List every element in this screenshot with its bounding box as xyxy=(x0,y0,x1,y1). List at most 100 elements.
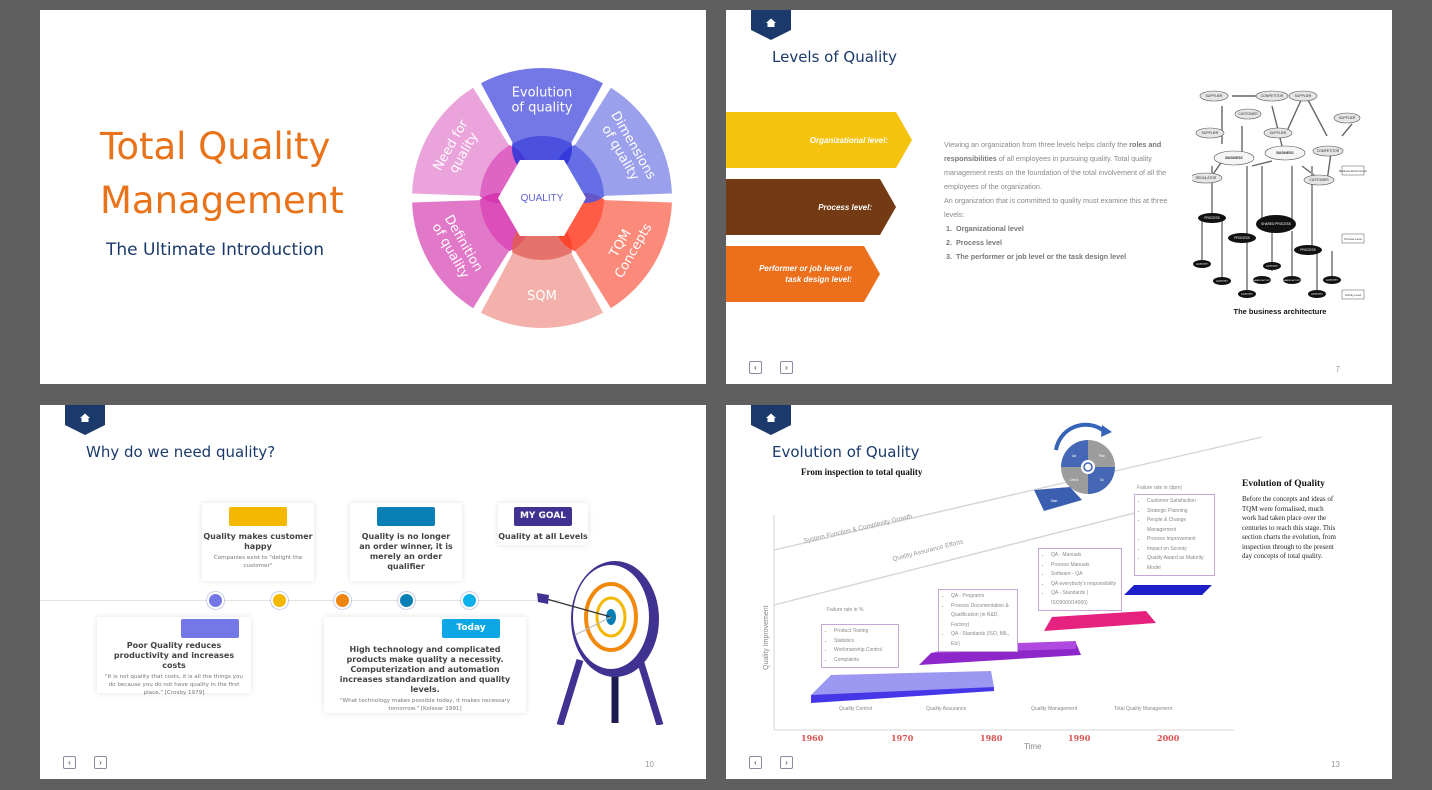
node-label: SUPPLIER xyxy=(1270,131,1287,135)
legend-label: Business Environment xyxy=(1339,169,1367,173)
node-label: ACTIVITY xyxy=(1311,292,1323,296)
era-bar-quality-management xyxy=(1044,611,1156,631)
next-slide-button[interactable]: › xyxy=(94,756,107,769)
node-label: REGULATOR xyxy=(1196,176,1217,180)
card-badge: Today xyxy=(442,619,500,638)
node-label: SHARED PROCESS xyxy=(1261,222,1291,226)
timeline-line xyxy=(40,600,560,601)
card-subtext: Companies exist to "delight the customer… xyxy=(213,555,303,569)
year-label: 1960 xyxy=(801,733,824,743)
prev-slide-button[interactable]: ‹ xyxy=(749,756,762,769)
box-caption: Failure rate in % xyxy=(827,607,864,613)
next-slide-button[interactable]: › xyxy=(780,361,793,374)
next-slide-button[interactable]: › xyxy=(780,756,793,769)
box-item: Workmanship Control xyxy=(834,646,894,656)
timeline-dot[interactable] xyxy=(209,594,222,607)
era-label: Quality Management xyxy=(1031,706,1078,712)
era-label: Total Quality Management xyxy=(1114,706,1173,712)
card-subtext: "What technology makes possible today, i… xyxy=(339,698,511,712)
era-bar-tqm xyxy=(1124,585,1212,595)
node-label: SUPPLIER xyxy=(1202,131,1219,135)
legend-label: Process Level xyxy=(1344,237,1362,241)
box-item: Customer Satisfaction xyxy=(1147,497,1210,507)
node-label: SUPPLIER xyxy=(1339,116,1356,120)
pdca-label: Act xyxy=(1072,454,1077,458)
pdca-cycle-icon xyxy=(1034,422,1115,511)
home-button[interactable] xyxy=(65,405,105,435)
box-item: Strategic Planning xyxy=(1147,507,1210,517)
x-axis-label: Time xyxy=(1024,742,1042,751)
paragraph-text: An organization that is committed to qua… xyxy=(944,196,1168,219)
title-line-1: Total Quality xyxy=(100,125,331,168)
pdca-label: Do xyxy=(1100,478,1104,482)
card-badge xyxy=(181,619,239,638)
slide-levels-of-quality[interactable]: Levels of Quality Organizational level: … xyxy=(726,10,1392,384)
legend-label: Activity Level xyxy=(1345,293,1362,297)
card-customer-happy: Quality makes customer happy Companies e… xyxy=(202,503,314,581)
node-label: BUSINESS xyxy=(1276,151,1294,155)
slide-evolution-of-quality[interactable]: Evolution of Quality From inspection to … xyxy=(726,405,1392,779)
timeline-dot[interactable] xyxy=(400,594,413,607)
business-architecture-diagram: SUPPLIER COMPETITOR SUPPLIER CUSTOMER SU… xyxy=(1192,90,1367,316)
slide-title[interactable]: Total Quality Management The Ultimate In… xyxy=(40,10,706,384)
node-label: PROCESS xyxy=(1234,236,1250,240)
box-item: Product Testing xyxy=(834,627,894,637)
node-label: COMPETITOR xyxy=(1317,149,1340,153)
pdca-label: Plan xyxy=(1099,454,1106,458)
box-item: QA - Programs xyxy=(951,592,1013,602)
sidebar-heading: Evolution of Quality xyxy=(1242,479,1325,489)
node-label: PROCESS xyxy=(1204,216,1220,220)
presentation-title: Total Quality Management xyxy=(100,120,344,228)
card-badge: MY GOAL xyxy=(514,507,572,526)
node-label: CUSTOMER xyxy=(1309,178,1329,182)
slide-heading: Levels of Quality xyxy=(772,48,898,66)
node-label: SUPPLIER xyxy=(1295,94,1312,98)
diagonal-label: System Function & Complexity Growth xyxy=(803,513,913,545)
wheel-center-label: QUALITY xyxy=(521,193,564,204)
box-item: Impact on Society xyxy=(1147,545,1210,555)
box-caption: Failure rate in (dpm) xyxy=(1137,485,1183,491)
prev-slide-button[interactable]: ‹ xyxy=(749,361,762,374)
card-heading: Poor Quality reduces productivity and in… xyxy=(113,641,235,670)
list-item: Process level xyxy=(954,236,1184,250)
card-poor-quality: Poor Quality reduces productivity and in… xyxy=(97,617,251,696)
page-number: 7 xyxy=(1335,365,1340,374)
pdca-label: Check xyxy=(1069,478,1078,482)
card-today: Today High technology and complicated pr… xyxy=(324,617,526,713)
card-subtext: "It is not quality that costs, it is all… xyxy=(105,674,243,696)
node-label: ACTIVITY xyxy=(1266,264,1278,268)
box-item: Statistics xyxy=(834,637,894,647)
card-heading: Quality at all Levels xyxy=(498,532,588,541)
box-item: QA everybody's responsibility xyxy=(1051,580,1117,590)
prev-slide-button[interactable]: ‹ xyxy=(63,756,76,769)
box-item: Process Manuals xyxy=(1051,561,1117,571)
slide-why-quality[interactable]: Why do we need quality? Quality makes cu… xyxy=(40,405,706,779)
evolution-sidebar: Evolution of Quality Before the concepts… xyxy=(1242,479,1336,562)
year-label: 1970 xyxy=(891,733,914,743)
era-label: Quality Control xyxy=(839,706,873,712)
timeline-dot[interactable] xyxy=(336,594,349,607)
year-label: 1980 xyxy=(980,733,1003,743)
presentation-subtitle: The Ultimate Introduction xyxy=(106,240,325,260)
timeline-dot[interactable] xyxy=(273,594,286,607)
card-badge xyxy=(377,507,435,526)
card-order-qualifier: Quality is no longer an order winner, it… xyxy=(350,503,462,581)
levels-paragraph: Viewing an organization from three level… xyxy=(944,138,1184,264)
y-axis-label: Quality Improvement xyxy=(763,605,770,670)
level-arrow-process: Process level: xyxy=(726,179,896,235)
sidebar-body: Before the concepts and ideas of TQM wer… xyxy=(1242,495,1336,560)
timeline-dot[interactable] xyxy=(463,594,476,607)
era-box-quality-assurance: QA - ProgramsProcess Documentation & Qua… xyxy=(938,589,1018,652)
node-label: ACTIVITY xyxy=(1196,262,1208,266)
box-item: QA - Standards (ISO, MIL, Etc) xyxy=(951,630,1013,649)
era-box-tqm: Customer SatisfactionStrategic PlanningP… xyxy=(1134,494,1215,576)
card-badge xyxy=(229,507,287,526)
box-item: QA - Manuals xyxy=(1051,551,1117,561)
wheel-segment-label: Evolution of quality xyxy=(511,86,572,116)
box-item: Software - QA xyxy=(1051,570,1117,580)
card-heading: Quality is no longer an order winner, it… xyxy=(359,532,453,571)
level-label: Performer or job level or task design le… xyxy=(759,264,852,284)
node-label: PROCESS xyxy=(1300,248,1316,252)
home-button[interactable] xyxy=(751,10,791,40)
pdca-start-label: Start xyxy=(1051,499,1058,503)
